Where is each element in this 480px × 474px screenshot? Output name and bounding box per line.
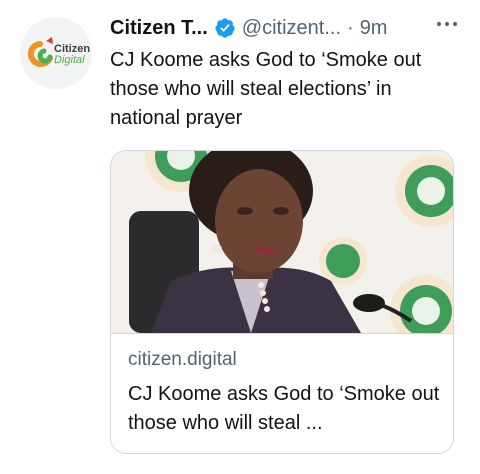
handle[interactable]: @citizent... [242,17,341,40]
card-divider [111,333,453,334]
timestamp[interactable]: 9m [360,17,388,40]
card-title: CJ Koome asks God to ‘Smoke out those wh… [128,383,440,434]
citizen-digital-logo: Citizen Digital [20,17,92,89]
avatar[interactable]: Citizen Digital [20,17,92,89]
display-name[interactable]: Citizen T... [110,17,208,40]
tweet[interactable]: Citizen Digital Citizen T... @citizent..… [0,0,480,474]
tweet-text: CJ Koome asks God to ‘Smoke out those wh… [110,49,422,129]
logo-text-digital: Digital [54,54,85,66]
card-photo [111,151,453,333]
card-image[interactable] [111,151,453,333]
link-card[interactable]: citizen.digital CJ Koome asks God to ‘Sm… [110,150,454,454]
verified-badge-icon [214,17,236,39]
more-horizontal-icon[interactable] [437,22,457,26]
card-domain: citizen.digital [128,349,237,370]
tweet-header: Citizen T... @citizent... · 9m [110,14,387,42]
separator-dot: · [347,16,354,39]
